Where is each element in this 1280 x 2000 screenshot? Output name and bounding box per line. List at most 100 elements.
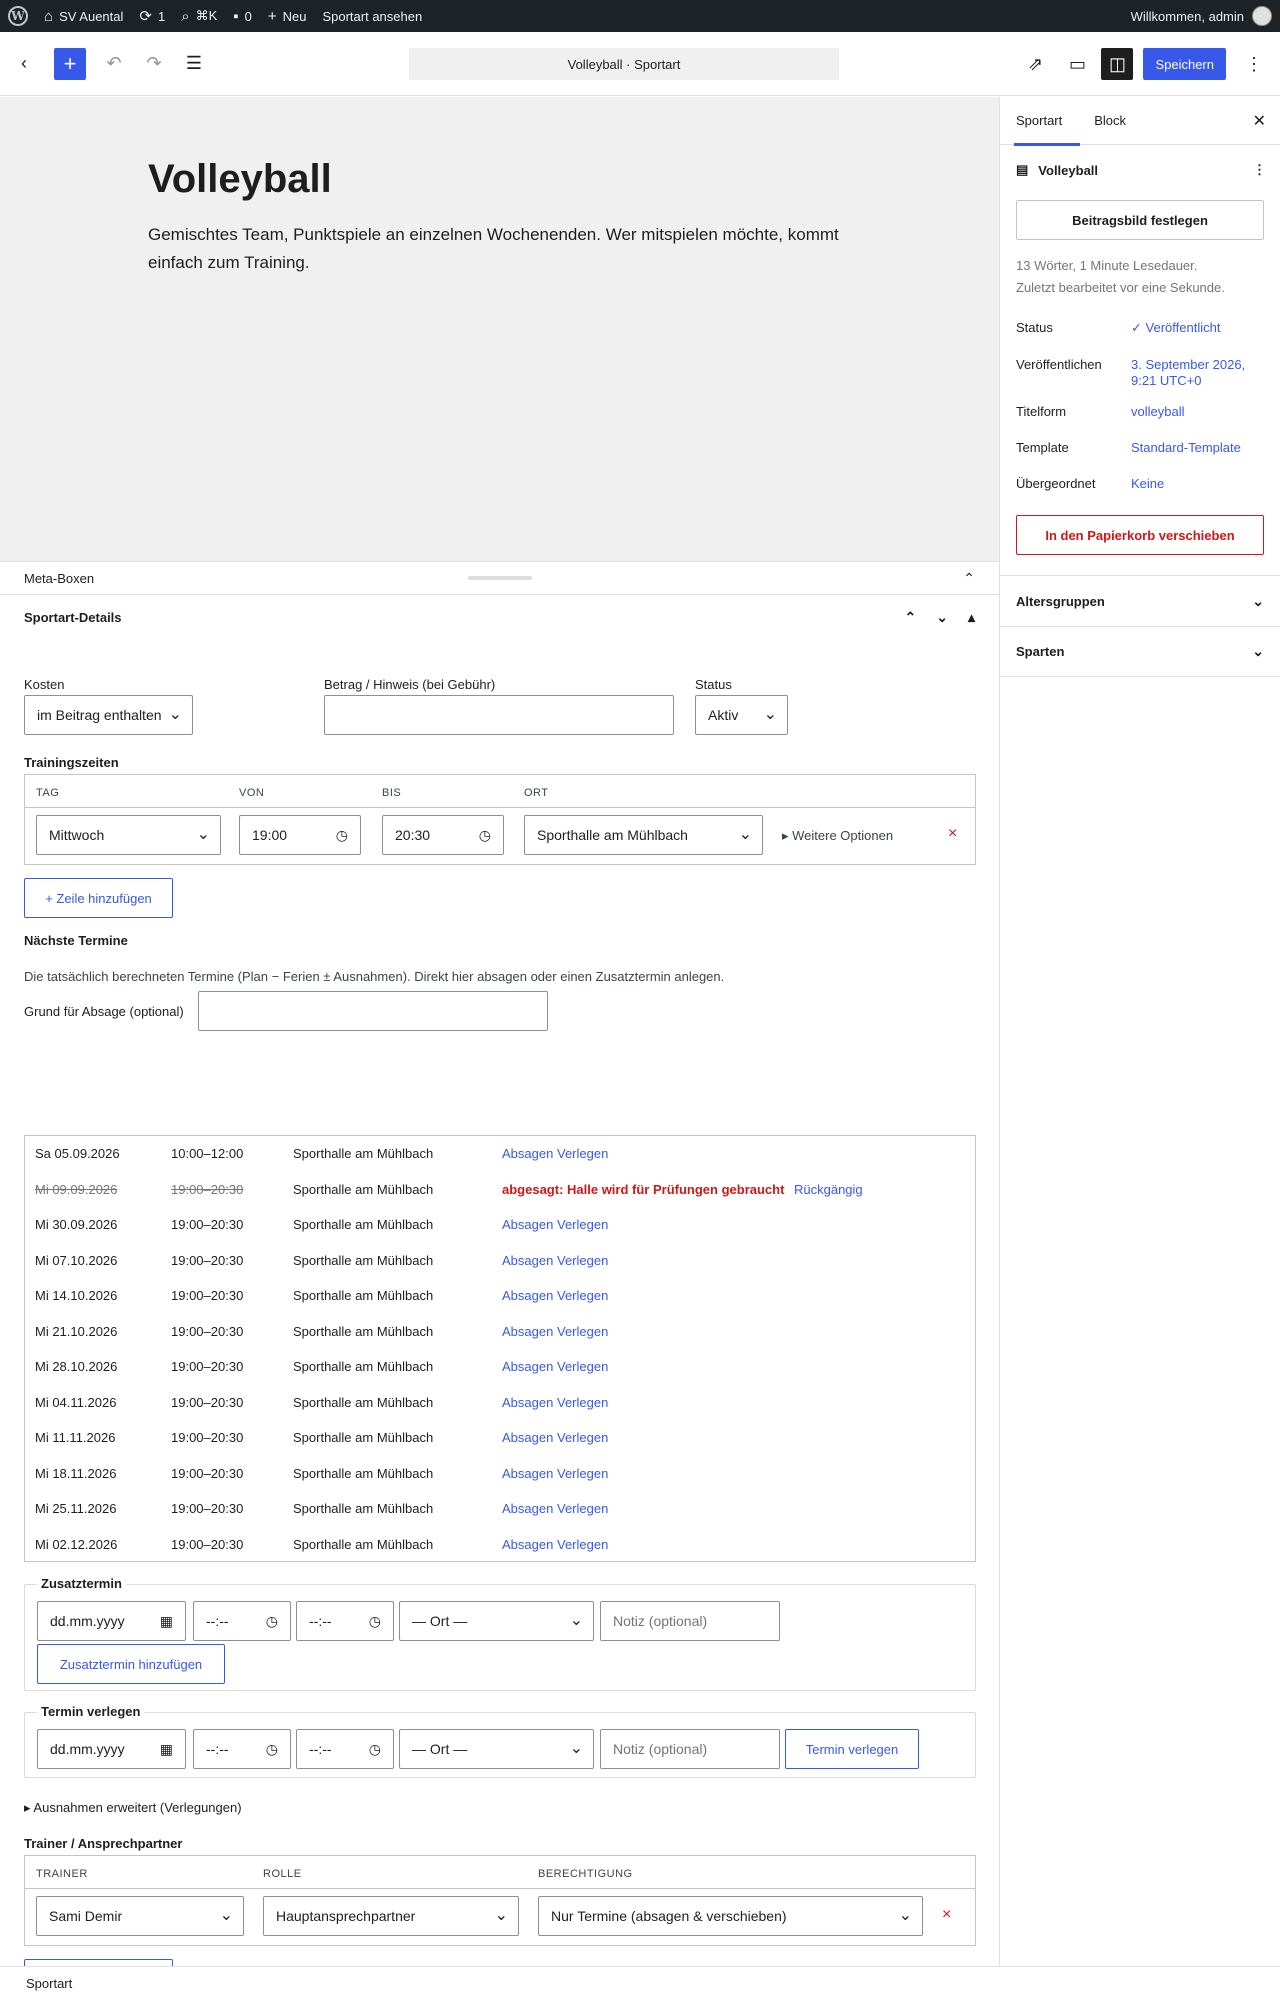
absagen-link[interactable]: Absagen — [502, 1466, 553, 1481]
clock-icon[interactable]: ◷ — [266, 1741, 278, 1758]
verlegen-link[interactable]: Verlegen — [557, 1217, 608, 1232]
verlegen-date-input[interactable]: dd.mm.yyyy ▦ — [37, 1729, 186, 1769]
remove-trainer-row-icon[interactable]: × — [942, 1906, 951, 1924]
absagen-link[interactable]: Absagen — [502, 1359, 553, 1374]
ausnahmen-toggle[interactable]: ▸ Ausnahmen erweitert (Verlegungen) — [24, 1800, 242, 1816]
absagen-link[interactable]: Absagen — [502, 1253, 553, 1268]
status-value[interactable]: ✓ Veröffentlicht — [1131, 320, 1261, 336]
trash-button[interactable]: In den Papierkorb verschieben — [1016, 515, 1264, 555]
publish-date-value[interactable]: 3. September 2026, 9:21 UTC+0 — [1131, 357, 1261, 389]
zusatz-date-input[interactable]: dd.mm.yyyy ▦ — [37, 1601, 186, 1641]
clock-icon[interactable]: ◷ — [369, 1613, 381, 1630]
move-up-icon[interactable]: ⌃ — [905, 609, 917, 626]
external-link-icon[interactable]: ⇗ — [1017, 46, 1053, 82]
weitere-optionen-toggle[interactable]: ▸ Weitere Optionen — [782, 828, 893, 844]
absagen-link[interactable]: Absagen — [502, 1501, 553, 1516]
updates-link[interactable]: ⟳ 1 — [139, 9, 165, 24]
verlegen-link[interactable]: Verlegen — [557, 1146, 608, 1161]
zusatz-notiz-input[interactable]: Notiz (optional) — [600, 1601, 780, 1641]
post-title[interactable]: Volleyball — [148, 157, 332, 202]
undo-cancel-link[interactable]: Rückgängig — [794, 1182, 863, 1197]
slug-value[interactable]: volleyball — [1131, 404, 1261, 420]
absagen-link[interactable]: Absagen — [502, 1288, 553, 1303]
calendar-icon[interactable]: ▦ — [160, 1613, 173, 1630]
clock-icon[interactable]: ◷ — [479, 827, 491, 844]
status-select[interactable]: Aktiv — [695, 695, 788, 735]
bis-time-input[interactable]: 20:30 ◷ — [382, 815, 504, 855]
tab-sportart[interactable]: Sportart — [1013, 97, 1081, 146]
verlegen-link[interactable]: Verlegen — [557, 1324, 608, 1339]
clock-icon[interactable]: ◷ — [369, 1741, 381, 1758]
panel-altersgruppen[interactable]: Altersgruppen ⌄ — [1000, 575, 1280, 626]
add-training-row-button[interactable]: + Zeile hinzufügen — [24, 878, 173, 918]
calendar-icon[interactable]: ▦ — [160, 1741, 173, 1758]
verlegen-notiz-input[interactable]: Notiz (optional) — [600, 1729, 780, 1769]
command-search[interactable]: ⌕ ⌘K — [181, 8, 217, 24]
post-content-paragraph[interactable]: Gemischtes Team, Punktspiele an einzelne… — [148, 221, 848, 277]
add-block-button[interactable]: + — [54, 47, 86, 80]
close-icon[interactable]: ✕ — [1253, 111, 1266, 131]
zusatz-ort-select[interactable]: — Ort — — [399, 1601, 594, 1641]
clock-icon[interactable]: ◷ — [266, 1613, 278, 1630]
document-title-bar[interactable]: Volleyball · Sportart — [409, 48, 839, 80]
footer-breadcrumb[interactable]: Sportart — [0, 1966, 1280, 2000]
verlegen-link[interactable]: Verlegen — [557, 1288, 608, 1303]
sidebar-toggle-icon[interactable]: ◫ — [1101, 48, 1134, 80]
comments-link[interactable]: ▪ 0 — [233, 9, 252, 24]
zusatztermin-add-button[interactable]: Zusatztermin hinzufügen — [37, 1644, 225, 1684]
trainer-select[interactable]: Sami Demir — [36, 1896, 244, 1936]
absagen-link[interactable]: Absagen — [502, 1324, 553, 1339]
zusatz-from-time-input[interactable]: --:-- ◷ — [193, 1601, 291, 1641]
wordpress-logo-icon[interactable]: W — [8, 6, 28, 26]
site-name-link[interactable]: ⌂ SV Auental — [44, 9, 123, 24]
verlegen-link[interactable]: Verlegen — [557, 1395, 608, 1410]
absagen-link[interactable]: Absagen — [502, 1537, 553, 1552]
verlegen-from-time-input[interactable]: --:-- ◷ — [193, 1729, 291, 1769]
new-content-link[interactable]: + Neu — [268, 9, 307, 24]
chevron-up-icon[interactable]: ⌃ — [963, 570, 975, 587]
parent-value[interactable]: Keine — [1131, 476, 1261, 492]
back-icon[interactable]: ‹ — [6, 46, 42, 82]
document-overview-icon[interactable]: ☰ — [176, 46, 212, 82]
verlegen-to-time-input[interactable]: --:-- ◷ — [296, 1729, 394, 1769]
panel-sparten[interactable]: Sparten ⌄ — [1000, 626, 1280, 677]
tag-select[interactable]: Mittwoch — [36, 815, 221, 855]
berechtigung-select[interactable]: Nur Termine (absagen & verschieben) — [538, 1896, 923, 1936]
collapse-toggle-icon[interactable]: ▴ — [968, 609, 975, 626]
ort-select[interactable]: Sporthalle am Mühlbach — [524, 815, 763, 855]
featured-image-button[interactable]: Beitragsbild festlegen — [1016, 200, 1264, 240]
grund-input[interactable] — [198, 991, 548, 1031]
von-time-input[interactable]: 19:00 ◷ — [239, 815, 361, 855]
editor-canvas[interactable]: Volleyball Gemischtes Team, Punktspiele … — [0, 97, 999, 561]
rolle-select[interactable]: Hauptansprechpartner — [263, 1896, 519, 1936]
view-post-link[interactable]: Sportart ansehen — [322, 9, 422, 24]
save-button[interactable]: Speichern — [1143, 48, 1226, 80]
termin-verlegen-button[interactable]: Termin verlegen — [785, 1729, 919, 1769]
resize-handle[interactable] — [468, 576, 532, 580]
verlegen-ort-select[interactable]: — Ort — — [399, 1729, 594, 1769]
redo-icon[interactable]: ↷ — [136, 46, 172, 82]
template-value[interactable]: Standard-Template — [1131, 440, 1261, 456]
clock-icon[interactable]: ◷ — [336, 827, 348, 844]
zusatz-to-time-input[interactable]: --:-- ◷ — [296, 1601, 394, 1641]
absagen-link[interactable]: Absagen — [502, 1217, 553, 1232]
verlegen-link[interactable]: Verlegen — [557, 1501, 608, 1516]
verlegen-link[interactable]: Verlegen — [557, 1430, 608, 1445]
verlegen-link[interactable]: Verlegen — [557, 1466, 608, 1481]
verlegen-link[interactable]: Verlegen — [557, 1537, 608, 1552]
options-kebab-icon[interactable]: ⋮ — [1236, 46, 1272, 82]
kosten-select[interactable]: im Beitrag enthalten — [24, 695, 193, 735]
document-options-icon[interactable]: ⋮ — [1253, 162, 1266, 178]
remove-row-icon[interactable]: × — [948, 825, 957, 843]
move-down-icon[interactable]: ⌄ — [936, 609, 948, 626]
verlegen-link[interactable]: Verlegen — [557, 1253, 608, 1268]
betrag-input[interactable] — [324, 695, 674, 735]
absagen-link[interactable]: Absagen — [502, 1395, 553, 1410]
verlegen-link[interactable]: Verlegen — [557, 1359, 608, 1374]
preview-device-icon[interactable]: ▭ — [1059, 46, 1095, 82]
undo-icon[interactable]: ↶ — [96, 46, 132, 82]
avatar[interactable] — [1252, 6, 1272, 26]
absagen-link[interactable]: Absagen — [502, 1146, 553, 1161]
absagen-link[interactable]: Absagen — [502, 1430, 553, 1445]
sportart-details-header[interactable]: Sportart-Details ⌃ ⌄ ▴ — [0, 595, 999, 639]
